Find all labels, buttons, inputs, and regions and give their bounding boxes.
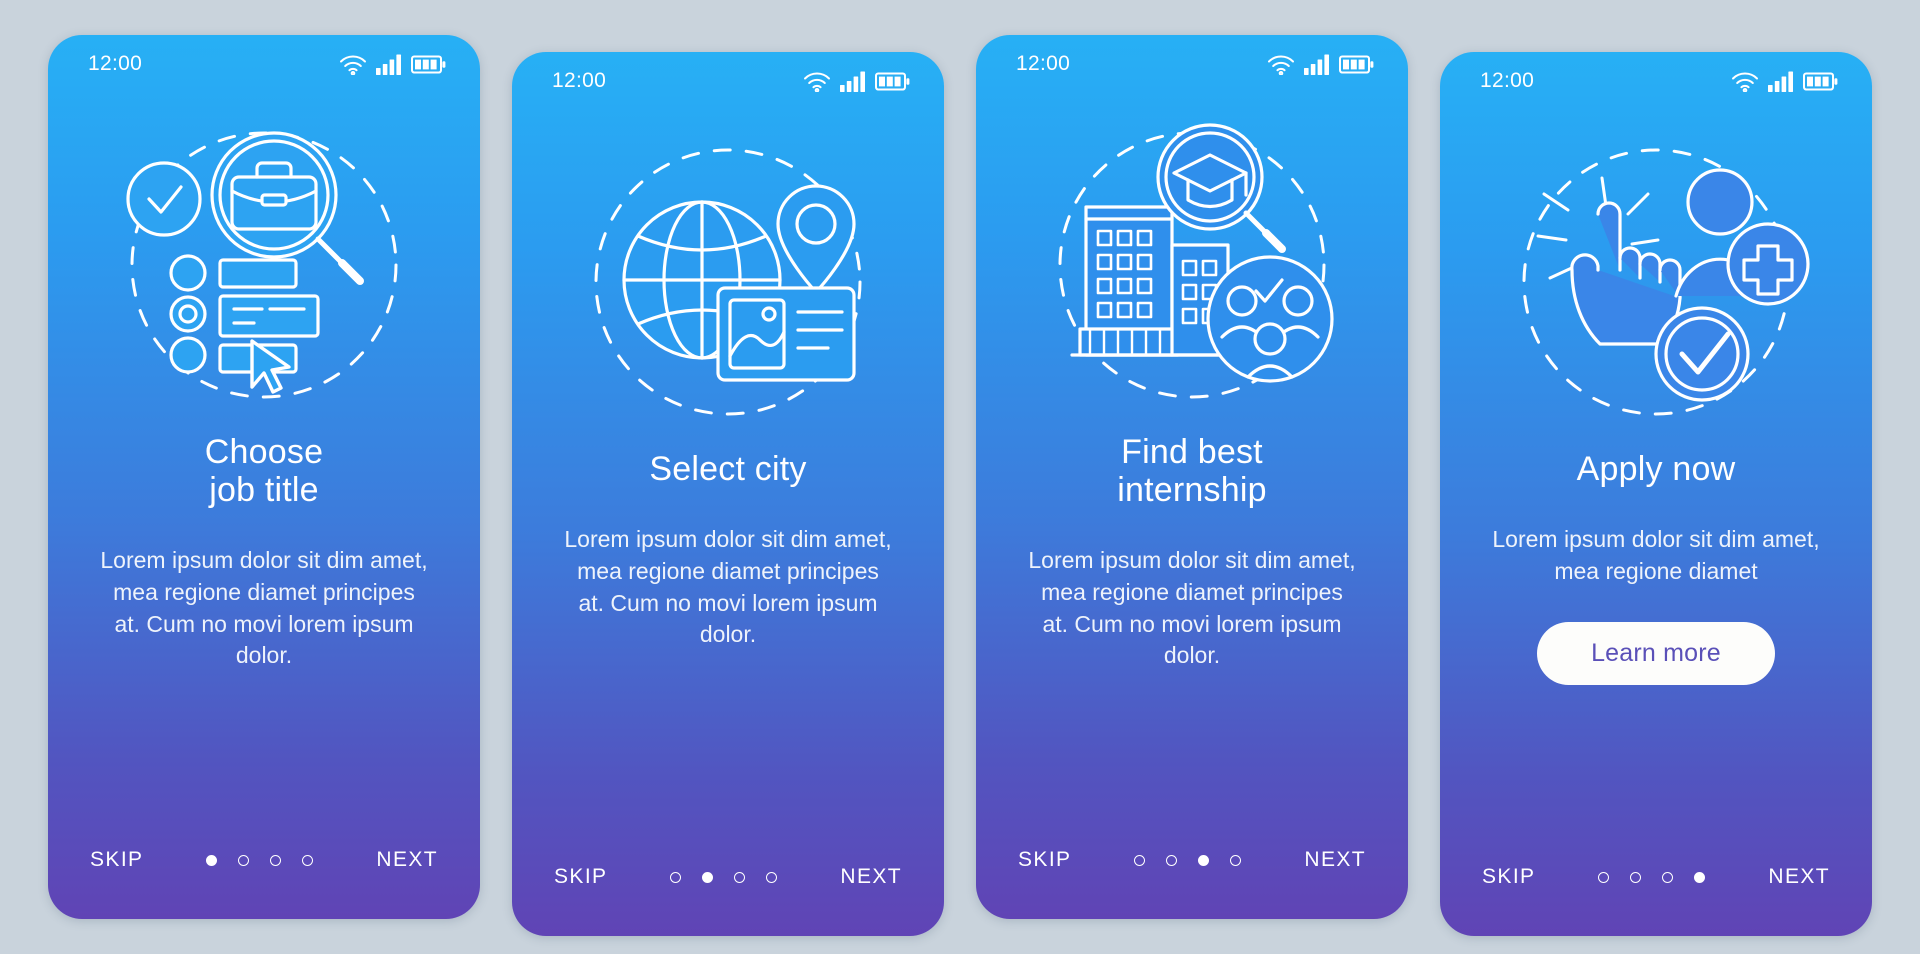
skip-button[interactable]: SKIP: [88, 842, 145, 878]
pagination-dot-3[interactable]: [1662, 871, 1674, 883]
pagination-dot-1[interactable]: [1134, 854, 1146, 866]
next-button[interactable]: NEXT: [838, 859, 904, 895]
onboarding-footer: SKIP NEXT: [1440, 818, 1872, 936]
checkmark-circle-icon: [1654, 306, 1750, 402]
status-bar: 12:00: [1440, 52, 1872, 110]
graduation-cap-magnifier-icon: [1156, 123, 1286, 253]
wifi-icon: [1731, 71, 1759, 92]
next-button[interactable]: NEXT: [1766, 859, 1832, 895]
screen-4-text: Apply now Lorem ipsum dolor sit dim amet…: [1440, 440, 1872, 818]
page-title: Select city: [649, 450, 807, 488]
status-bar-clock: 12:00: [88, 52, 143, 75]
page-title: Find best internship: [1117, 433, 1267, 510]
building-tall-icon: [1078, 205, 1180, 357]
screen-2-text: Select city Lorem ipsum dolor sit dim am…: [512, 440, 944, 818]
onboarding-footer: SKIP NEXT: [512, 818, 944, 936]
pagination-dot-1[interactable]: [670, 871, 682, 883]
status-bar-clock: 12:00: [1016, 52, 1071, 75]
onboarding-screen-3: 12:00 Find best internship Lorem ipsum d…: [976, 35, 1408, 919]
pagination-dot-4[interactable]: [766, 871, 778, 883]
add-user-icon: [1674, 168, 1810, 306]
status-bar-icons: [803, 71, 910, 92]
onboarding-screen-2: 12:00 Select city Lorem ipsum dolor sit …: [512, 52, 944, 936]
job-search-briefcase-magnifier-checklist-icon: [126, 131, 398, 399]
status-bar: 12:00: [512, 52, 944, 110]
status-bar: 12:00: [976, 35, 1408, 93]
onboarding-screen-1: 12:00 Choose job title Lorem ipsum dolor…: [48, 35, 480, 919]
page-description: Lorem ipsum dolor sit dim amet, mea regi…: [1028, 547, 1356, 669]
pagination-dot-4[interactable]: [302, 854, 314, 866]
pagination-dots: [1134, 854, 1242, 866]
pagination-dot-2[interactable]: [1166, 854, 1178, 866]
pagination-dots: [1598, 871, 1706, 883]
pagination-dot-1[interactable]: [206, 854, 218, 866]
next-button[interactable]: NEXT: [1302, 842, 1368, 878]
onboarding-screen-4: 12:00 Apply now Lorem ipsum dolor sit di…: [1440, 52, 1872, 936]
status-bar-clock: 12:00: [1480, 69, 1535, 92]
cellular-signal-icon: [1768, 71, 1794, 92]
globe-location-pin-id-card-icon: [594, 148, 862, 416]
status-bar-icons: [1267, 54, 1374, 75]
page-title: Apply now: [1576, 450, 1736, 488]
screen-3-text: Find best internship Lorem ipsum dolor s…: [976, 423, 1408, 801]
onboarding-footer: SKIP NEXT: [976, 801, 1408, 919]
pagination-dot-2[interactable]: [1630, 871, 1642, 883]
pagination-dot-2[interactable]: [702, 871, 714, 883]
pagination-dot-3[interactable]: [270, 854, 282, 866]
wifi-icon: [339, 54, 367, 75]
location-pin-icon: [776, 184, 856, 294]
cellular-signal-icon: [840, 71, 866, 92]
battery-icon: [411, 54, 446, 75]
status-bar-icons: [1731, 71, 1838, 92]
onboarding-screens-stage: 12:00 Choose job title Lorem ipsum dolor…: [0, 0, 1920, 954]
pagination-dot-3[interactable]: [734, 871, 746, 883]
page-description: Lorem ipsum dolor sit dim amet, mea regi…: [564, 526, 892, 648]
cellular-signal-icon: [1304, 54, 1330, 75]
id-card-icon: [716, 286, 856, 382]
pagination-dot-2[interactable]: [238, 854, 250, 866]
university-buildings-graduation-cap-magnifier-team-icon: [1058, 123, 1334, 399]
pagination-dot-1[interactable]: [1598, 871, 1610, 883]
cellular-signal-icon: [376, 54, 402, 75]
illustration-select-city: [512, 110, 944, 440]
battery-icon: [1339, 54, 1374, 75]
screen-1-text: Choose job title Lorem ipsum dolor sit d…: [48, 423, 480, 801]
skip-button[interactable]: SKIP: [552, 859, 609, 895]
illustration-find-best-internship: [976, 93, 1408, 423]
pointing-hand-icon: [1570, 201, 1682, 346]
skip-button[interactable]: SKIP: [1480, 859, 1537, 895]
page-title: Choose job title: [204, 433, 324, 510]
pagination-dot-4[interactable]: [1694, 871, 1706, 883]
battery-icon: [1803, 71, 1838, 92]
tap-hand-add-user-checkmark-icon: [1522, 148, 1810, 416]
onboarding-footer: SKIP NEXT: [48, 801, 480, 919]
skip-button[interactable]: SKIP: [1016, 842, 1073, 878]
pagination-dots: [670, 871, 778, 883]
pagination-dot-4[interactable]: [1230, 854, 1242, 866]
status-bar-clock: 12:00: [552, 69, 607, 92]
learn-more-button[interactable]: Learn more: [1537, 621, 1775, 685]
wifi-icon: [803, 71, 831, 92]
wifi-icon: [1267, 54, 1295, 75]
page-description: Lorem ipsum dolor sit dim amet, mea regi…: [100, 547, 428, 669]
pagination-dots: [206, 854, 314, 866]
status-bar: 12:00: [48, 35, 480, 93]
illustration-choose-job-title: [48, 93, 480, 423]
status-bar-icons: [339, 54, 446, 75]
battery-icon: [875, 71, 910, 92]
pagination-dot-3[interactable]: [1198, 854, 1210, 866]
illustration-apply-now: [1440, 110, 1872, 440]
page-description: Lorem ipsum dolor sit dim amet, mea regi…: [1492, 526, 1820, 584]
team-group-icon: [1206, 255, 1334, 383]
next-button[interactable]: NEXT: [374, 842, 440, 878]
